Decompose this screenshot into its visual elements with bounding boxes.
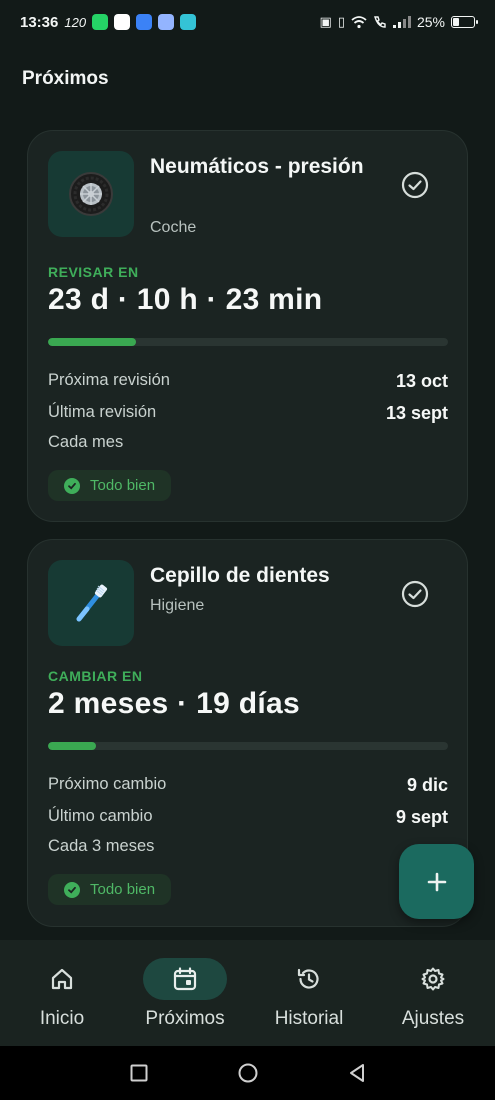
last-change-value: 9 sept [395, 807, 448, 827]
plus-icon [427, 872, 446, 891]
card-title: Neumáticos - presión [150, 155, 364, 178]
progress-fill [48, 338, 136, 346]
card-title: Cepillo de dientes [150, 564, 330, 587]
reminder-card[interactable]: Neumáticos - presión Coche REVISAR EN 23… [27, 130, 468, 522]
home-circle-icon[interactable] [238, 1063, 258, 1083]
status-badge: Todo bien [48, 874, 172, 905]
status-time: 13:36 [20, 13, 59, 31]
check-badge-icon [64, 477, 80, 494]
nav-label: Historial [274, 1008, 344, 1029]
nav-item-proximos[interactable]: Próximos [143, 940, 227, 1046]
system-navigation [0, 1046, 495, 1100]
nav-label: Inicio [39, 1008, 85, 1029]
status-badge-label: Todo bien [90, 881, 156, 898]
vibrate-icon: ▯ [337, 14, 345, 29]
battery-percent: 25% [416, 14, 445, 30]
white-app-icon [114, 14, 131, 30]
history-icon [297, 968, 319, 989]
next-check-value: 13 oct [395, 371, 448, 391]
next-change-row: Próximo cambio 9 dic [48, 775, 448, 796]
status-bar: 13:36 120 ▣ ▯ 25% [0, 0, 495, 44]
card-thumbnail [48, 151, 134, 237]
nav-icon-wrap [391, 958, 475, 1000]
wifi-icon [351, 16, 367, 29]
next-change-label: Próximo cambio [48, 775, 167, 793]
last-change-row: Último cambio 9 sept [48, 807, 448, 828]
wifi-call-icon [374, 16, 386, 28]
last-check-label: Última revisión [48, 403, 157, 421]
frequency-text: Cada mes [48, 433, 124, 451]
signal-icon [392, 16, 411, 28]
frequency-text: Cada 3 meses [48, 837, 155, 855]
nav-item-ajustes[interactable]: Ajustes [391, 940, 475, 1046]
countdown-value: 2 meses · 19 días [48, 687, 300, 720]
nav-icon-wrap [20, 958, 104, 1000]
card-category: Higiene [150, 597, 205, 614]
next-check-label: Próxima revisión [48, 371, 170, 389]
tire-icon [69, 172, 113, 216]
progress-bar [48, 742, 448, 750]
mail-app-icon [136, 14, 153, 30]
last-change-label: Último cambio [48, 807, 153, 825]
bottom-navigation: Inicio Próximos Historial Ajustes [0, 940, 495, 1046]
next-check-row: Próxima revisión 13 oct [48, 371, 448, 392]
countdown-label: CAMBIAR EN [48, 668, 143, 684]
whatsapp-icon [92, 14, 109, 30]
nav-label: Próximos [145, 1008, 225, 1029]
nfc-icon: ▣ [319, 14, 332, 29]
chat-app-icon [158, 14, 175, 30]
refresh-rate: 120 [64, 14, 87, 30]
recents-icon[interactable] [130, 1064, 148, 1082]
toothbrush-icon [76, 584, 108, 622]
check-circle-icon[interactable] [401, 580, 429, 608]
check-badge-icon [64, 881, 80, 898]
back-icon[interactable] [348, 1063, 366, 1083]
nav-item-historial[interactable]: Historial [267, 940, 351, 1046]
home-icon [51, 968, 73, 990]
check-circle-icon[interactable] [401, 171, 429, 199]
card-thumbnail [48, 560, 134, 646]
progress-fill [48, 742, 96, 750]
status-badge: Todo bien [48, 470, 172, 501]
battery-icon [451, 16, 478, 28]
last-check-value: 13 sept [385, 403, 448, 423]
cloud-app-icon [180, 14, 197, 30]
countdown-label: REVISAR EN [48, 264, 139, 280]
nav-label: Ajustes [401, 1008, 465, 1029]
settings-icon [421, 967, 445, 991]
nav-icon-wrap [267, 958, 351, 1000]
nav-icon-wrap [143, 958, 227, 1000]
status-badge-label: Todo bien [90, 477, 156, 494]
last-check-row: Última revisión 13 sept [48, 403, 448, 424]
add-button[interactable] [399, 844, 474, 919]
next-change-value: 9 dic [406, 775, 448, 795]
countdown-value: 23 d · 10 h · 23 min [48, 283, 323, 316]
card-category: Coche [150, 219, 197, 236]
progress-bar [48, 338, 448, 346]
section-title: Próximos [22, 68, 109, 89]
calendar-icon [173, 967, 197, 991]
nav-item-inicio[interactable]: Inicio [20, 940, 104, 1046]
